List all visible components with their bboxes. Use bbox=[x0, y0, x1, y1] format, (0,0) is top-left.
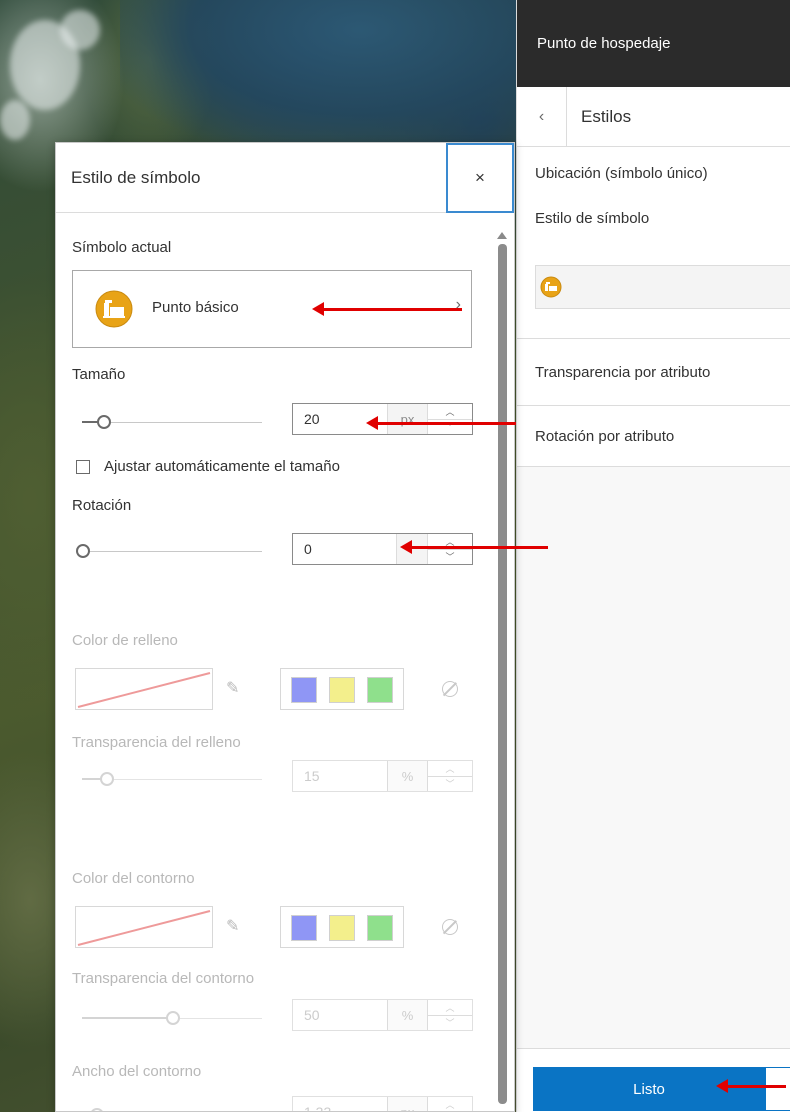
percent-unit: % bbox=[388, 761, 428, 791]
fill-transparency-input[interactable]: 15 % ︿ ﹀ bbox=[292, 760, 473, 792]
back-chevron-icon[interactable]: ‹ bbox=[517, 86, 567, 147]
rotation-label: Rotación bbox=[72, 497, 132, 514]
palette-color-yellow[interactable] bbox=[329, 677, 355, 703]
pencil-icon[interactable]: ✎ bbox=[226, 916, 239, 936]
spin-down-icon[interactable]: ﹀ bbox=[428, 1016, 472, 1031]
spin-up-icon[interactable]: ︿ bbox=[428, 1000, 472, 1016]
rotation-value[interactable]: 0 bbox=[293, 534, 397, 564]
slider-thumb[interactable] bbox=[76, 544, 90, 558]
scrollbar-thumb[interactable] bbox=[498, 244, 507, 1104]
no-color-icon[interactable] bbox=[442, 919, 458, 935]
spin-up-icon[interactable]: ︿ bbox=[428, 404, 472, 420]
slider-thumb[interactable] bbox=[90, 1108, 104, 1111]
current-symbol-name: Punto básico bbox=[152, 299, 239, 316]
outline-transparency-slider[interactable] bbox=[82, 1008, 262, 1028]
annotation-arrow bbox=[716, 1079, 786, 1093]
scroll-up-icon[interactable] bbox=[497, 232, 507, 239]
outline-width-input[interactable]: 1.33 px ︿ ﹀ bbox=[292, 1096, 473, 1111]
styles-subheader: ‹ Estilos bbox=[517, 86, 790, 147]
slider-thumb[interactable] bbox=[166, 1011, 180, 1025]
spin-down-icon[interactable]: ﹀ bbox=[428, 777, 472, 792]
palette-color-yellow[interactable] bbox=[329, 915, 355, 941]
fill-transparency-label: Transparencia del relleno bbox=[72, 734, 241, 751]
symbol-style-label: Estilo de símbolo bbox=[535, 210, 650, 227]
px-unit: px bbox=[388, 1097, 428, 1111]
outline-width-value[interactable]: 1.33 bbox=[293, 1097, 388, 1111]
no-color-diagonal bbox=[77, 672, 211, 708]
fill-transparency-slider[interactable] bbox=[82, 769, 262, 789]
transparency-by-attribute-row[interactable]: Transparencia por atributo bbox=[517, 339, 790, 406]
symbol-style-popover: Estilo de símbolo × Símbolo actual Punto… bbox=[55, 142, 515, 1112]
slider-thumb[interactable] bbox=[100, 772, 114, 786]
palette-color-blue[interactable] bbox=[291, 677, 317, 703]
annotation-arrow bbox=[400, 540, 548, 554]
map-sea-area bbox=[120, 0, 516, 150]
rotation-stepper[interactable]: ︿ ﹀ bbox=[428, 534, 472, 564]
fill-color-palette[interactable] bbox=[280, 668, 404, 710]
done-button[interactable]: Listo bbox=[533, 1067, 765, 1111]
symbol-style-selector[interactable] bbox=[535, 265, 790, 309]
auto-size-checkbox[interactable] bbox=[76, 460, 90, 474]
fill-color-swatch[interactable] bbox=[75, 668, 213, 710]
rotation-input[interactable]: 0 ︿ ﹀ bbox=[292, 533, 473, 565]
size-stepper[interactable]: ︿ ﹀ bbox=[428, 404, 472, 434]
palette-color-green[interactable] bbox=[367, 915, 393, 941]
current-symbol-label: Símbolo actual bbox=[72, 239, 172, 256]
fill-transparency-value[interactable]: 15 bbox=[293, 761, 388, 791]
outline-color-swatch[interactable] bbox=[75, 906, 213, 948]
rotation-slider[interactable] bbox=[76, 541, 262, 561]
popover-header: Estilo de símbolo × bbox=[56, 143, 514, 213]
lodging-symbol-icon bbox=[540, 276, 562, 298]
map-cloud bbox=[60, 10, 100, 50]
chevron-right-icon: › bbox=[455, 296, 461, 313]
percent-unit: % bbox=[388, 1000, 428, 1030]
popover-body: Símbolo actual Punto básico › Tamaño 20 … bbox=[56, 214, 514, 1111]
secondary-button[interactable] bbox=[765, 1067, 790, 1111]
outline-transparency-stepper[interactable]: ︿ ﹀ bbox=[428, 1000, 472, 1030]
outline-color-label: Color del contorno bbox=[72, 870, 195, 887]
close-icon[interactable]: × bbox=[446, 143, 514, 213]
popover-title: Estilo de símbolo bbox=[71, 167, 201, 187]
spin-up-icon[interactable]: ︿ bbox=[428, 1097, 472, 1111]
map-cloud bbox=[0, 100, 30, 140]
outline-width-label: Ancho del contorno bbox=[72, 1063, 202, 1080]
annotation-arrow bbox=[312, 302, 462, 316]
outline-color-palette[interactable] bbox=[280, 906, 404, 948]
palette-color-blue[interactable] bbox=[291, 915, 317, 941]
layer-title: Punto de hospedaje bbox=[517, 0, 790, 87]
outline-width-slider[interactable] bbox=[82, 1105, 262, 1111]
size-slider[interactable] bbox=[82, 412, 262, 432]
no-color-diagonal bbox=[77, 910, 211, 946]
lodging-symbol-icon bbox=[95, 290, 133, 328]
outline-width-stepper[interactable]: ︿ ﹀ bbox=[428, 1097, 472, 1111]
outline-transparency-input[interactable]: 50 % ︿ ﹀ bbox=[292, 999, 473, 1031]
spin-down-icon[interactable]: ﹀ bbox=[428, 550, 472, 565]
fill-transparency-stepper[interactable]: ︿ ﹀ bbox=[428, 761, 472, 791]
slider-thumb[interactable] bbox=[97, 415, 111, 429]
styles-title: Estilos bbox=[581, 106, 632, 126]
outline-transparency-value[interactable]: 50 bbox=[293, 1000, 388, 1030]
no-color-icon[interactable] bbox=[442, 681, 458, 697]
pencil-icon[interactable]: ✎ bbox=[226, 678, 239, 698]
size-label: Tamaño bbox=[72, 366, 126, 383]
side-footer: Listo bbox=[517, 1048, 790, 1112]
styles-side-panel: Punto de hospedaje ‹ Estilos Ubicación (… bbox=[516, 0, 790, 1112]
popover-scrollbar[interactable] bbox=[497, 232, 507, 1111]
annotation-arrow bbox=[366, 416, 516, 430]
location-heading: Ubicación (símbolo único) bbox=[535, 165, 708, 182]
auto-size-label: Ajustar automáticamente el tamaño bbox=[104, 458, 340, 475]
location-style-block: Ubicación (símbolo único) Estilo de símb… bbox=[517, 147, 790, 339]
size-unit: px bbox=[388, 404, 428, 434]
size-input[interactable]: 20 px ︿ ﹀ bbox=[292, 403, 473, 435]
spin-up-icon[interactable]: ︿ bbox=[428, 761, 472, 777]
outline-transparency-label: Transparencia del contorno bbox=[72, 970, 255, 987]
rotation-by-attribute-row[interactable]: Rotación por atributo bbox=[517, 406, 790, 467]
palette-color-green[interactable] bbox=[367, 677, 393, 703]
fill-color-label: Color de relleno bbox=[72, 632, 178, 649]
